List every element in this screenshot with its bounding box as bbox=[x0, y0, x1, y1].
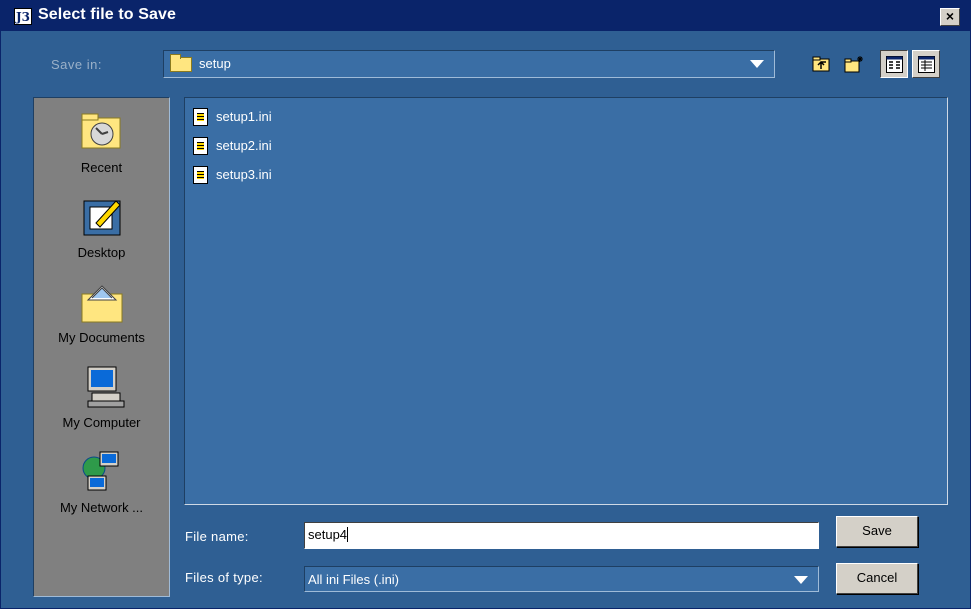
file-name-label: File name: bbox=[185, 529, 249, 544]
app-icon: J3 bbox=[14, 8, 32, 25]
folder-up-icon bbox=[812, 56, 830, 72]
file-name: setup2.ini bbox=[216, 138, 272, 153]
chevron-down-icon[interactable] bbox=[750, 60, 764, 68]
recent-icon bbox=[78, 108, 126, 156]
folder-up-button[interactable] bbox=[807, 50, 835, 78]
text-caret bbox=[347, 527, 349, 542]
file-type-value: All ini Files (.ini) bbox=[308, 572, 400, 587]
place-my-network[interactable]: My Network ... bbox=[34, 448, 169, 515]
save-in-dropdown[interactable]: setup bbox=[163, 50, 775, 78]
save-in-label: Save in: bbox=[51, 57, 102, 72]
file-list[interactable]: setup1.ini setup2.ini setup3.ini bbox=[184, 97, 948, 505]
details-view-icon bbox=[918, 56, 935, 73]
place-desktop[interactable]: Desktop bbox=[34, 193, 169, 260]
place-my-documents[interactable]: My Documents bbox=[34, 278, 169, 345]
save-button[interactable]: Save bbox=[836, 516, 918, 547]
list-view-button[interactable] bbox=[880, 50, 908, 78]
title-bar[interactable]: J3 Select file to Save × bbox=[1, 1, 970, 31]
chevron-down-icon[interactable] bbox=[794, 576, 808, 584]
place-label: My Documents bbox=[58, 330, 145, 345]
file-name-value: setup4 bbox=[308, 527, 348, 542]
dialog-title: Select file to Save bbox=[38, 6, 176, 23]
new-folder-button[interactable] bbox=[839, 50, 867, 78]
place-label: My Network ... bbox=[59, 500, 144, 515]
desktop-icon bbox=[78, 193, 126, 241]
place-label: Recent bbox=[80, 160, 123, 175]
ini-file-icon bbox=[193, 137, 208, 155]
save-dialog: J3 Select file to Save × Save in: setup bbox=[0, 0, 971, 609]
cancel-button[interactable]: Cancel bbox=[836, 563, 918, 594]
place-label: Desktop bbox=[77, 245, 126, 260]
details-view-button[interactable] bbox=[912, 50, 940, 78]
my-computer-icon bbox=[78, 363, 126, 411]
file-type-dropdown[interactable]: All ini Files (.ini) bbox=[304, 566, 819, 592]
ini-file-icon bbox=[193, 108, 208, 126]
places-bar: Recent Desktop My Documents My Computer … bbox=[33, 97, 170, 597]
close-button[interactable]: × bbox=[940, 8, 960, 26]
place-my-computer[interactable]: My Computer bbox=[34, 363, 169, 430]
my-network-icon bbox=[78, 448, 126, 496]
ini-file-icon bbox=[193, 166, 208, 184]
place-label: My Computer bbox=[62, 415, 141, 430]
file-name-input[interactable]: setup4 bbox=[304, 522, 819, 549]
save-in-value: setup bbox=[199, 56, 231, 71]
file-name: setup3.ini bbox=[216, 167, 272, 182]
file-name: setup1.ini bbox=[216, 109, 272, 124]
my-documents-icon bbox=[78, 278, 126, 326]
file-type-label: Files of type: bbox=[185, 570, 263, 585]
list-view-icon bbox=[886, 56, 903, 73]
place-recent[interactable]: Recent bbox=[34, 108, 169, 175]
new-folder-icon bbox=[844, 56, 863, 73]
folder-icon bbox=[170, 54, 192, 72]
